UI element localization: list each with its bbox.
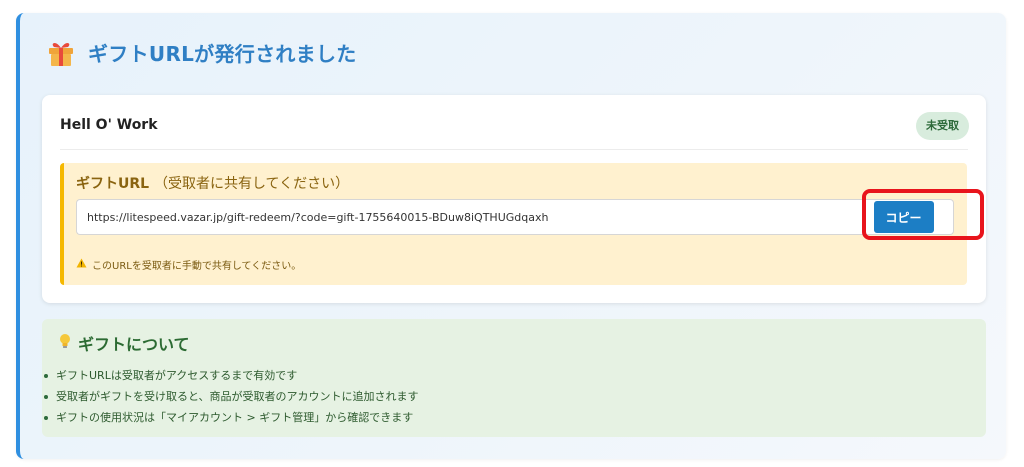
gift-url-row: コピー — [76, 199, 954, 235]
info-list: ギフトURLは受取者がアクセスするまで有効です 受取者がギフトを受け取ると、商品… — [42, 365, 419, 428]
gift-info-box: ギフトについて ギフトURLは受取者がアクセスするまで有効です 受取者がギフトを… — [42, 319, 986, 437]
product-name: Hell O' Work — [60, 117, 158, 133]
list-item: ギフトの使用状況は「マイアカウント > ギフト管理」から確認できます — [42, 407, 419, 428]
warning-text: このURLを受取者に手動で共有してください。 — [92, 261, 302, 272]
gift-url-input[interactable] — [76, 199, 854, 235]
gift-url-label: ギフトURL （受取者に共有してください） — [76, 173, 349, 193]
share-warning: このURLを受取者に手動で共有してください。 — [76, 257, 301, 272]
divider — [60, 149, 968, 150]
list-item: 受取者がギフトを受け取ると、商品が受取者のアカウントに追加されます — [42, 386, 419, 407]
list-item: ギフトURLは受取者がアクセスするまで有効です — [42, 365, 419, 386]
gift-icon — [46, 37, 76, 67]
page: ギフトURLが発行されました Hell O' Work 未受取 ギフトURL （… — [0, 0, 1024, 467]
gift-url-label-note: （受取者に共有してください） — [153, 176, 350, 192]
panel-header: ギフトURLが発行されました — [46, 35, 357, 69]
status-badge: 未受取 — [916, 112, 969, 140]
page-title: ギフトURLが発行されました — [88, 41, 357, 66]
gift-card: Hell O' Work 未受取 ギフトURL （受取者に共有してください） コ… — [42, 95, 986, 303]
lightbulb-icon — [58, 333, 72, 353]
gift-url-label-text: ギフトURL — [76, 176, 150, 192]
info-title-text: ギフトについて — [78, 335, 190, 354]
gift-issued-panel: ギフトURLが発行されました Hell O' Work 未受取 ギフトURL （… — [16, 13, 1006, 459]
copy-button[interactable]: コピー — [873, 201, 934, 233]
copy-button-wrap: コピー — [854, 199, 954, 235]
gift-url-box: ギフトURL （受取者に共有してください） コピー — [60, 163, 967, 285]
info-title: ギフトについて — [58, 331, 190, 355]
warning-icon — [76, 258, 87, 271]
